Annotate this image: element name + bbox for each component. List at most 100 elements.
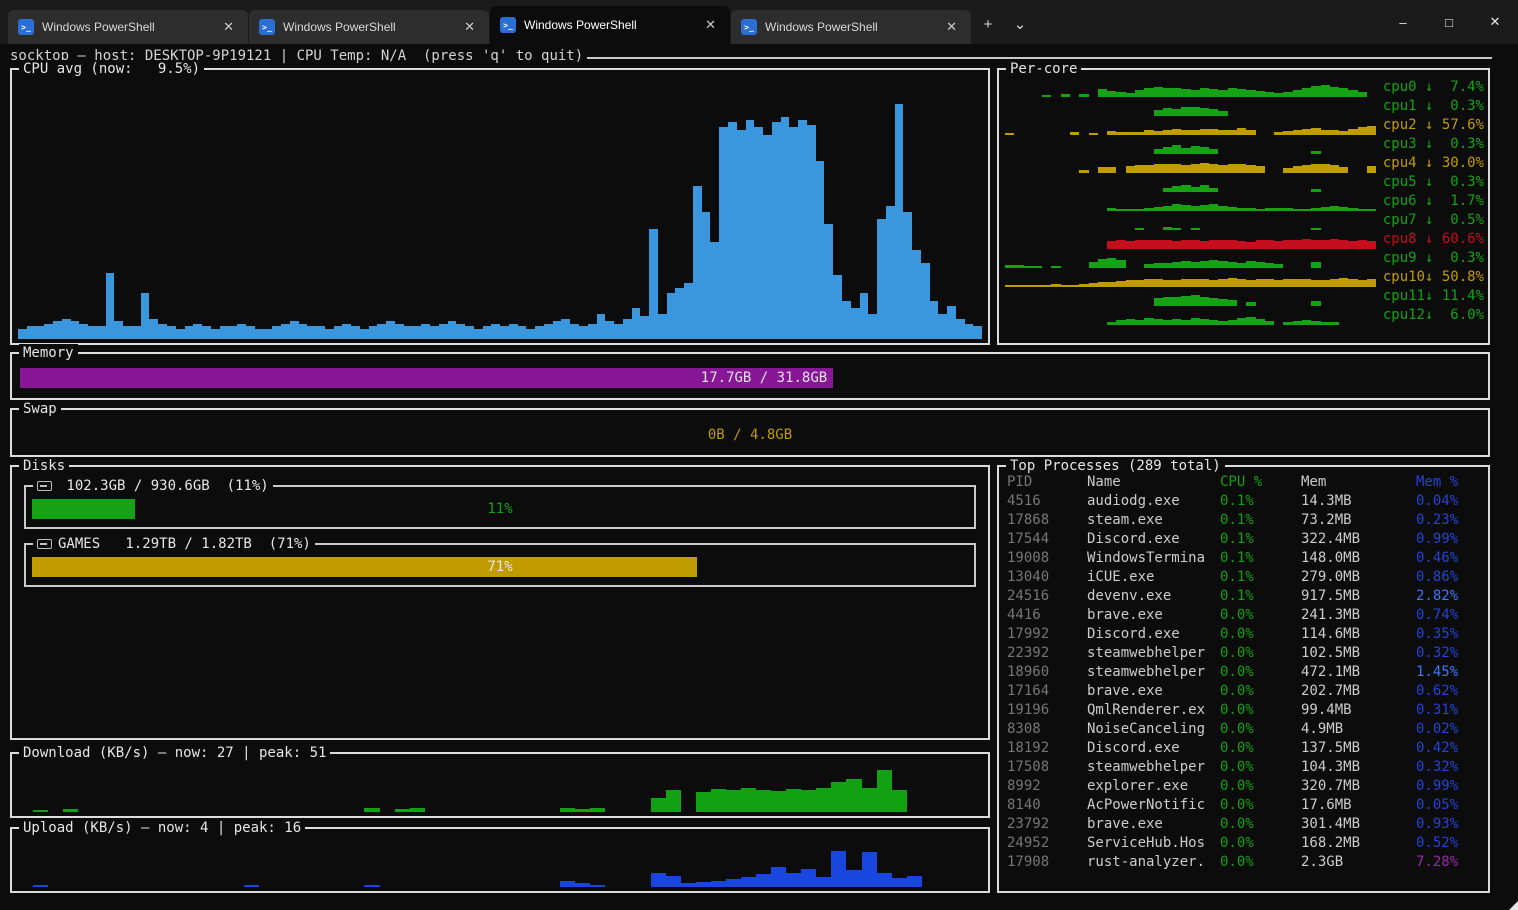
memory-gauge-label: 17.7GB / 31.8GB: [20, 368, 833, 388]
per-core-rows: cpu0 ↓ 7.4%cpu1 ↓ 0.3%cpu2 ↓ 57.6%cpu3 ↓…: [1005, 78, 1484, 325]
tab-dropdown-button[interactable]: ⌄: [1004, 8, 1036, 40]
process-cell-memp: 0.31%: [1416, 701, 1484, 720]
spark-bar: [1339, 240, 1348, 249]
spark-bar: [1200, 147, 1209, 154]
spark-bar: [1246, 317, 1255, 325]
chart-bar: [220, 326, 229, 339]
process-cell-mem: 104.3MB: [1301, 758, 1416, 777]
process-cell-cpu: 0.0%: [1220, 739, 1301, 758]
chart-bar: [290, 321, 299, 339]
chart-bar: [726, 790, 741, 812]
spark-bar: [1200, 163, 1209, 173]
process-cell-mem: 322.4MB: [1301, 530, 1416, 549]
close-button[interactable]: ✕: [1472, 0, 1518, 44]
spark-bar: [1172, 109, 1181, 116]
spark-bar: [1293, 166, 1302, 173]
spark-bar: [1191, 146, 1200, 154]
chart-bar: [412, 326, 421, 339]
spark-bar: [1154, 164, 1163, 173]
chart-bar: [693, 186, 702, 339]
chart-bar: [448, 321, 457, 339]
spark-bar: [1274, 241, 1283, 249]
tab-close-icon[interactable]: ✕: [942, 19, 961, 35]
chart-bar: [711, 789, 726, 812]
spark-bar: [1367, 126, 1376, 135]
spark-bar: [1135, 320, 1144, 325]
process-cell-mem: 301.4MB: [1301, 815, 1416, 834]
core-row-cpu2: cpu2 ↓ 57.6%: [1005, 116, 1484, 135]
spark-bar: [1321, 164, 1330, 173]
tab-close-icon[interactable]: ✕: [701, 17, 720, 33]
process-cell-memp: 0.86%: [1416, 568, 1484, 587]
core-label-cpu7: cpu7 ↓ 0.5%: [1376, 211, 1484, 230]
disk-games-label: GAMES 1.29TB / 1.82TB (71%): [58, 535, 311, 553]
chart-bar: [149, 319, 158, 339]
chart-bar: [771, 867, 786, 887]
chart-bar: [421, 324, 430, 339]
process-cell-cpu: 0.0%: [1220, 777, 1301, 796]
powershell-icon: >_: [500, 17, 516, 33]
spark-bar: [1302, 88, 1311, 97]
spark-bar: [1367, 241, 1376, 249]
tab-windows-powershell-1[interactable]: >_Windows PowerShell✕: [8, 10, 248, 44]
process-cell-name: brave.exe: [1087, 815, 1220, 834]
swap-panel: Swap 0B / 4.8GB: [10, 408, 1490, 457]
process-cell-pid: 17544: [1007, 530, 1087, 549]
spark-bar: [1265, 240, 1274, 249]
chart-bar: [590, 885, 605, 887]
chart-bar: [726, 879, 741, 887]
process-cell-mem: 73.2MB: [1301, 511, 1416, 530]
chart-bar: [237, 324, 246, 339]
spark-bar: [1191, 318, 1200, 325]
spark-bar: [1256, 166, 1265, 173]
spark-bar: [1181, 107, 1190, 116]
spark-bar: [1256, 279, 1265, 287]
chart-bar: [886, 206, 895, 339]
core-row-cpu3: cpu3 ↓ 0.3%: [1005, 135, 1484, 154]
spark-bar: [1154, 240, 1163, 250]
spark-bar: [1200, 185, 1209, 192]
tab-windows-powershell-3[interactable]: >_Windows PowerShell✕: [490, 6, 730, 44]
chart-bar: [973, 326, 982, 339]
resize-grip[interactable]: [1509, 901, 1518, 910]
tab-windows-powershell-4[interactable]: >_Windows PowerShell✕: [731, 10, 971, 44]
tab-close-icon[interactable]: ✕: [219, 19, 238, 35]
spark-bar: [1302, 165, 1311, 173]
chart-bar: [756, 790, 771, 812]
spark-bar: [1200, 241, 1209, 249]
chart-bar: [710, 242, 719, 339]
process-cell-pid: 4516: [1007, 492, 1087, 511]
core-label-cpu12: cpu12↓ 6.0%: [1376, 306, 1484, 325]
chart-bar: [114, 321, 123, 339]
chart-bar: [930, 301, 939, 339]
chart-bar: [410, 808, 425, 812]
minimize-button[interactable]: –: [1380, 0, 1426, 44]
tab-close-icon[interactable]: ✕: [460, 19, 479, 35]
process-cell-pid: 8992: [1007, 777, 1087, 796]
spark-bar: [1191, 164, 1200, 173]
swap-title: Swap: [19, 400, 61, 418]
process-cell-memp: 0.42%: [1416, 739, 1484, 758]
chart-bar: [228, 326, 237, 339]
new-tab-button[interactable]: +: [972, 8, 1004, 40]
spark-bar: [1144, 279, 1153, 287]
spark-bar: [1256, 319, 1265, 325]
process-rows: 4516audiodg.exe0.1%14.3MB0.04%17868steam…: [1007, 492, 1484, 872]
tab-windows-powershell-2[interactable]: >_Windows PowerShell✕: [249, 10, 489, 44]
spark-bar: [1246, 242, 1255, 249]
maximize-button[interactable]: □: [1426, 0, 1472, 44]
spark-bar: [1311, 164, 1320, 173]
spark-bar: [1191, 240, 1200, 249]
spark-bar: [1367, 166, 1376, 173]
disk-icon: [37, 539, 52, 549]
process-row: 17992Discord.exe0.0%114.6MB0.35%: [1007, 625, 1484, 644]
upload-panel: Upload (KB/s) — now: 4 | peak: 16: [10, 827, 990, 893]
chart-bar: [719, 127, 728, 339]
download-title: Download (KB/s) — now: 27 | peak: 51: [19, 744, 330, 762]
chart-bar: [741, 788, 756, 812]
process-row: 24516devenv.exe0.1%917.5MB2.82%: [1007, 587, 1484, 606]
spark-bar: [1293, 240, 1302, 250]
spark-bar: [1218, 321, 1227, 325]
chart-bar: [141, 293, 150, 339]
spark-bar: [1348, 241, 1357, 249]
